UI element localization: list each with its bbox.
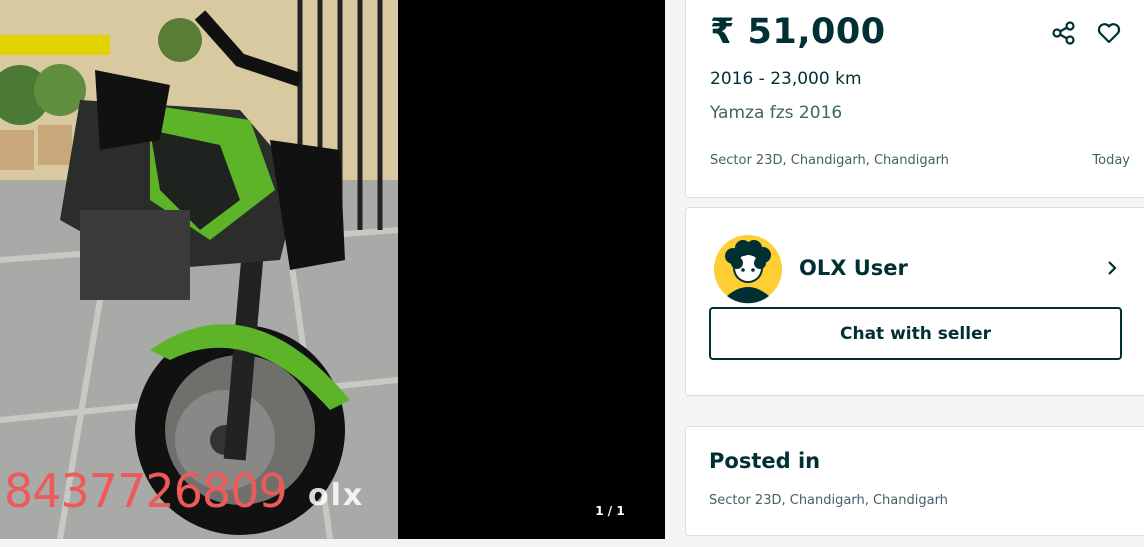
seller-card: OLX User Chat with seller	[685, 207, 1144, 396]
listing-price: ₹ 51,000	[710, 12, 886, 52]
image-counter: 1 / 1	[595, 504, 625, 518]
listing-date: Today	[1092, 153, 1130, 168]
phone-watermark: 8437726809	[4, 464, 288, 518]
heart-icon[interactable]	[1095, 19, 1123, 47]
listing-photo[interactable]: 8437726809 olx	[0, 0, 398, 539]
year-km: 2016 - 23,000 km	[710, 69, 862, 89]
seller-name[interactable]: OLX User	[799, 256, 908, 280]
price-card: ₹ 51,000 2016 - 23,000 km Yamza fzs 2016…	[685, 0, 1144, 198]
chat-with-seller-button[interactable]: Chat with seller	[709, 307, 1122, 360]
chevron-right-icon[interactable]	[1102, 258, 1122, 278]
olx-watermark-logo: olx	[308, 478, 365, 513]
listing-title: Yamza fzs 2016	[710, 103, 843, 123]
share-icon[interactable]	[1050, 19, 1078, 47]
motorcycle-image	[0, 0, 398, 539]
posted-in-card: Posted in Sector 23D, Chandigarh, Chandi…	[685, 426, 1144, 536]
posted-location: Sector 23D, Chandigarh, Chandigarh	[709, 493, 948, 508]
listing-location: Sector 23D, Chandigarh, Chandigarh	[710, 153, 949, 168]
image-gallery[interactable]: 8437726809 olx 1 / 1	[0, 0, 665, 539]
posted-in-heading: Posted in	[709, 449, 821, 473]
avatar[interactable]	[713, 234, 783, 304]
